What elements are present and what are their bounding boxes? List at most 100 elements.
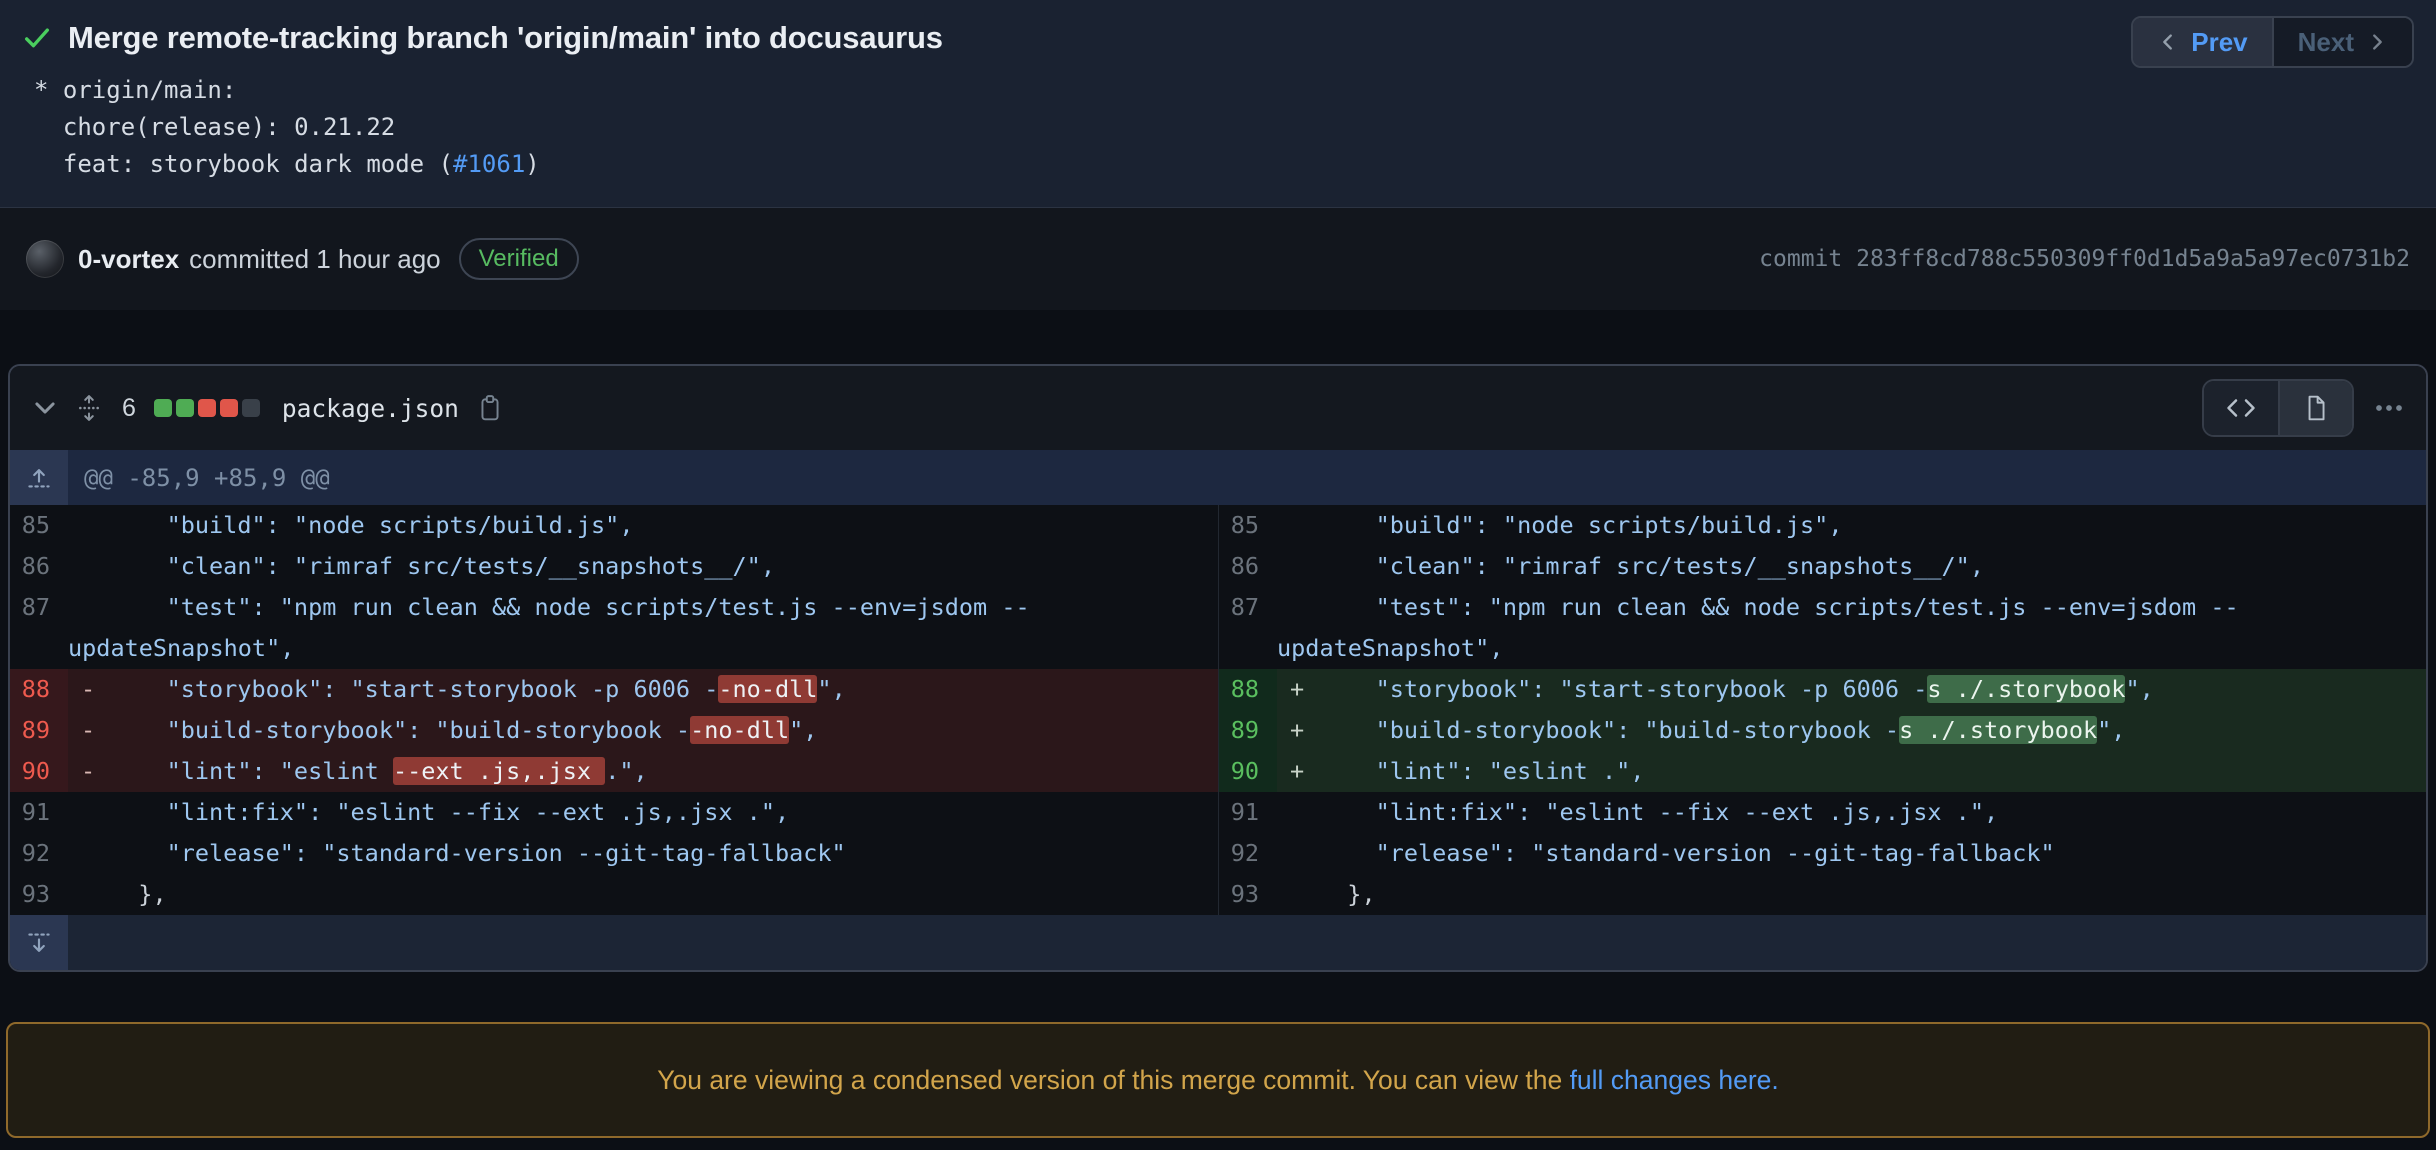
diff-row: 88- "storybook": "start-storybook -p 600… bbox=[10, 669, 2426, 710]
code-line: "release": "standard-version --git-tag-f… bbox=[1277, 833, 2426, 874]
diff-pane-right: 91 "lint:fix": "eslint --fix --ext .js,.… bbox=[1218, 792, 2426, 833]
chevron-left-icon bbox=[2157, 31, 2179, 53]
diff-row: updateSnapshot", updateSnapshot", bbox=[10, 628, 2426, 669]
diff-sign: + bbox=[1277, 751, 1319, 792]
file-name[interactable]: package.json bbox=[282, 394, 459, 423]
commit-message: * origin/main: chore(release): 0.21.22 f… bbox=[34, 72, 2412, 183]
commit-nav-group: Prev Next bbox=[2131, 16, 2414, 68]
diff-pane-left: 85 "build": "node scripts/build.js", bbox=[10, 505, 1218, 546]
line-number[interactable]: 90 bbox=[1219, 751, 1277, 792]
verified-badge[interactable]: Verified bbox=[459, 238, 579, 280]
code-line: "release": "standard-version --git-tag-f… bbox=[68, 833, 1218, 874]
line-number[interactable]: 92 bbox=[10, 833, 68, 874]
diff-sign: - bbox=[68, 669, 110, 710]
diff-sign bbox=[68, 874, 110, 915]
prev-commit-button[interactable]: Prev bbox=[2133, 18, 2271, 66]
commit-message-line: * origin/main: bbox=[34, 72, 2412, 109]
code-line: "lint:fix": "eslint --fix --ext .js,.jsx… bbox=[68, 792, 1218, 833]
code-line: - "storybook": "start-storybook -p 6006 … bbox=[68, 669, 1218, 710]
chevron-right-icon bbox=[2366, 31, 2388, 53]
line-number[interactable]: 93 bbox=[1219, 874, 1277, 915]
diff-sign bbox=[1277, 546, 1319, 587]
diff-sign bbox=[1277, 833, 1319, 874]
line-number[interactable]: 86 bbox=[1219, 546, 1277, 587]
diff-row: 93 },93 }, bbox=[10, 874, 2426, 915]
rich-view-button[interactable] bbox=[2278, 381, 2352, 435]
file-options-button[interactable] bbox=[2374, 395, 2404, 421]
committed-time-text: committed 1 hour ago bbox=[189, 244, 440, 275]
line-number[interactable]: 90 bbox=[10, 751, 68, 792]
hunk-header-text: @@ -85,9 +85,9 @@ bbox=[68, 450, 330, 505]
code-line: "test": "npm run clean && node scripts/t… bbox=[1277, 587, 2426, 628]
diff-row: 92 "release": "standard-version --git-ta… bbox=[10, 833, 2426, 874]
avatar[interactable] bbox=[26, 240, 64, 278]
diff-table: 85 "build": "node scripts/build.js",85 "… bbox=[10, 505, 2426, 915]
code-line: updateSnapshot", bbox=[68, 628, 1218, 669]
line-number[interactable]: 89 bbox=[1219, 710, 1277, 751]
diff-sign bbox=[1277, 874, 1319, 915]
diffstat-square bbox=[242, 399, 260, 417]
diff-pane-left: 89- "build-storybook": "build-storybook … bbox=[10, 710, 1218, 751]
expand-up-icon bbox=[27, 466, 51, 490]
line-number[interactable]: 92 bbox=[1219, 833, 1277, 874]
code-line: + "build-storybook": "build-storybook -s… bbox=[1277, 710, 2426, 751]
diff-pane-right: 87 "test": "npm run clean && node script… bbox=[1218, 587, 2426, 628]
check-icon bbox=[22, 23, 52, 53]
next-label: Next bbox=[2298, 27, 2354, 58]
commit-header: Merge remote-tracking branch 'origin/mai… bbox=[0, 0, 2436, 208]
line-number[interactable]: 91 bbox=[10, 792, 68, 833]
line-number[interactable] bbox=[10, 628, 68, 669]
diff-pane-left: 92 "release": "standard-version --git-ta… bbox=[10, 833, 1218, 874]
view-toggle-group bbox=[2202, 379, 2354, 437]
code-line: + "storybook": "start-storybook -p 6006 … bbox=[1277, 669, 2426, 710]
expand-down-button[interactable] bbox=[10, 915, 68, 970]
diff-pane-left: 93 }, bbox=[10, 874, 1218, 915]
code-line: "build": "node scripts/build.js", bbox=[68, 505, 1218, 546]
diff-pane-right: updateSnapshot", bbox=[1218, 628, 2426, 669]
diff-sign: - bbox=[68, 751, 110, 792]
expand-down-icon bbox=[27, 931, 51, 955]
diff-row: 90- "lint": "eslint --ext .js,.jsx .",90… bbox=[10, 751, 2426, 792]
expand-up-button[interactable] bbox=[10, 450, 68, 505]
line-number[interactable]: 89 bbox=[10, 710, 68, 751]
drag-handle[interactable] bbox=[76, 393, 102, 423]
diff-pane-right: 89+ "build-storybook": "build-storybook … bbox=[1218, 710, 2426, 751]
line-number[interactable]: 93 bbox=[10, 874, 68, 915]
commit-message-line: chore(release): 0.21.22 bbox=[34, 109, 2412, 146]
commit-title: Merge remote-tracking branch 'origin/mai… bbox=[68, 20, 943, 56]
pr-link[interactable]: #1061 bbox=[453, 150, 525, 178]
diff-pane-right: 92 "release": "standard-version --git-ta… bbox=[1218, 833, 2426, 874]
committer-bar: 0-vortex committed 1 hour ago Verified c… bbox=[0, 208, 2436, 310]
code-line: updateSnapshot", bbox=[1277, 628, 2426, 669]
line-number[interactable]: 85 bbox=[10, 505, 68, 546]
full-changes-link[interactable]: full changes here. bbox=[1570, 1065, 1779, 1095]
diffstat-square bbox=[176, 399, 194, 417]
code-line: "clean": "rimraf src/tests/__snapshots__… bbox=[1277, 546, 2426, 587]
line-number[interactable]: 87 bbox=[1219, 587, 1277, 628]
committer-username[interactable]: 0-vortex bbox=[78, 244, 179, 275]
line-number[interactable] bbox=[1219, 628, 1277, 669]
line-number[interactable]: 87 bbox=[10, 587, 68, 628]
code-line: "clean": "rimraf src/tests/__snapshots__… bbox=[68, 546, 1218, 587]
next-commit-button[interactable]: Next bbox=[2272, 18, 2412, 66]
line-number[interactable]: 91 bbox=[1219, 792, 1277, 833]
collapse-file-button[interactable] bbox=[32, 395, 58, 421]
line-number[interactable]: 88 bbox=[10, 669, 68, 710]
code-line: - "build-storybook": "build-storybook --… bbox=[68, 710, 1218, 751]
diff-pane-right: 93 }, bbox=[1218, 874, 2426, 915]
source-view-button[interactable] bbox=[2204, 381, 2278, 435]
line-number[interactable]: 85 bbox=[1219, 505, 1277, 546]
changes-count: 6 bbox=[122, 394, 136, 423]
code-line: }, bbox=[68, 874, 1218, 915]
diff-pane-left: 91 "lint:fix": "eslint --fix --ext .js,.… bbox=[10, 792, 1218, 833]
line-number[interactable]: 86 bbox=[10, 546, 68, 587]
expand-bottom-row bbox=[10, 915, 2426, 970]
diff-sign bbox=[68, 792, 110, 833]
copy-path-button[interactable] bbox=[477, 394, 503, 422]
diff-sign: - bbox=[68, 710, 110, 751]
diff-pane-right: 88+ "storybook": "start-storybook -p 600… bbox=[1218, 669, 2426, 710]
code-line: "build": "node scripts/build.js", bbox=[1277, 505, 2426, 546]
file-diff-card: 6 package.json bbox=[8, 364, 2428, 972]
line-number[interactable]: 88 bbox=[1219, 669, 1277, 710]
diff-sign bbox=[1277, 505, 1319, 546]
